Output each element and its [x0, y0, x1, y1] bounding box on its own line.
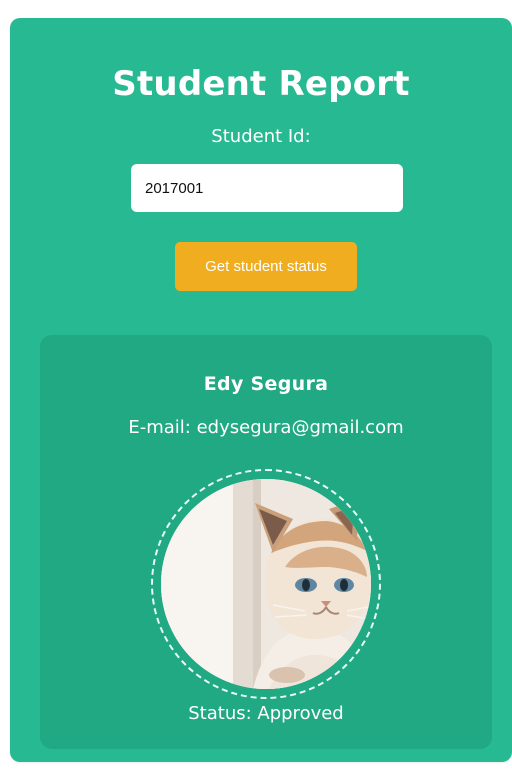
avatar [161, 479, 371, 689]
student-report-panel: Student Report Student Id: Get student s… [10, 18, 512, 762]
page-title: Student Report [112, 64, 410, 104]
student-card: Edy Segura E-mail: edysegura@gmail.com S… [40, 335, 492, 749]
student-id-label: Student Id: [211, 126, 311, 147]
get-student-status-button[interactable]: Get student status [175, 242, 357, 291]
student-status: Status: Approved [188, 703, 344, 724]
avatar-frame [151, 469, 381, 699]
cat-photo-icon [161, 479, 371, 689]
student-name: Edy Segura [203, 373, 329, 395]
student-email: E-mail: edysegura@gmail.com [128, 417, 404, 438]
student-id-input[interactable] [131, 164, 403, 212]
